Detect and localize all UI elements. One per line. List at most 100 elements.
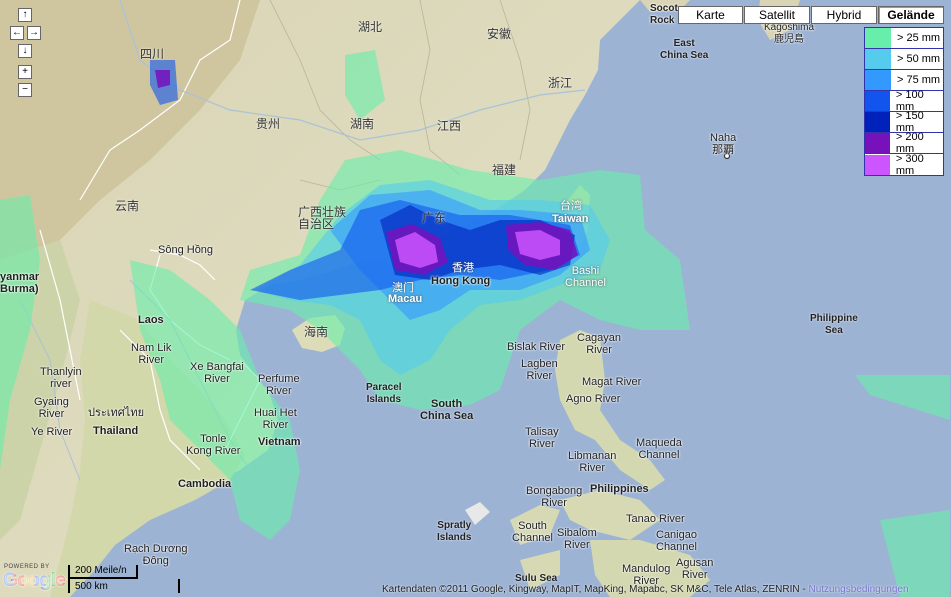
label-zhejiang: 浙江 (548, 76, 573, 90)
label-guangdong: 广东 (422, 211, 447, 225)
legend-row: > 75 mm (865, 70, 943, 91)
label-bongabong: Bongabong River (526, 485, 583, 509)
label-magat: Magat River (582, 376, 642, 388)
rainfall-overlay (0, 50, 950, 597)
label-naha: Naha 那覇 (710, 132, 737, 156)
map-type-karte-button[interactable]: Karte (678, 6, 743, 24)
label-ye-river: Ye River (31, 426, 73, 438)
label-anhui: 安徽 (487, 27, 512, 41)
legend-label: > 50 mm (897, 53, 941, 65)
label-cambodia: Cambodia (178, 478, 232, 490)
label-rach-duong: Rạch Dương Đông (124, 543, 188, 567)
label-philippines: Philippines (590, 483, 649, 495)
label-vietnam: Vietnam (258, 436, 301, 448)
terms-link[interactable]: Nutzungsbedingungen (808, 584, 908, 595)
legend-label: > 200 mm (895, 131, 924, 155)
label-thai: ประเทศไทย (88, 407, 145, 419)
label-myanmar: yanmar Burma) (0, 271, 40, 295)
label-nam-lik: Nam Lik River (131, 342, 172, 366)
label-talisay: Talisay River (525, 426, 559, 450)
label-thanlyin: Thanlyin river (40, 366, 82, 390)
label-hongkong-cn: 香港 (452, 262, 474, 274)
label-agno: Agno River (566, 393, 621, 405)
legend-swatch (865, 112, 890, 132)
label-east-china-sea: East China Sea (660, 38, 709, 61)
label-socotra: Socot Rock (650, 3, 678, 26)
label-sichuan: 四川 (140, 47, 165, 61)
zoom-in-button[interactable]: + (18, 65, 32, 79)
label-jiangxi: 江西 (437, 119, 462, 133)
scale-bar: 200 Meile/n 500 km (68, 565, 180, 595)
label-south-channel: South Channel (512, 520, 553, 544)
map-type-satellit-button[interactable]: Satellit (744, 6, 810, 24)
label-canigao: Canigao Channel (656, 529, 697, 553)
label-libmanan: Libmanan River (568, 450, 617, 474)
legend-swatch (865, 70, 891, 90)
label-perfume: Perfume River (258, 373, 300, 397)
label-bislak: Bislak River (507, 341, 566, 353)
zoom-out-button[interactable]: − (18, 83, 32, 97)
legend-swatch (865, 133, 890, 153)
rainfall-legend: > 25 mm > 50 mm > 75 mm > 100 mm > 150 m… (864, 27, 944, 177)
legend-row: > 150 mm (865, 110, 943, 134)
label-laos: Laos (138, 314, 164, 326)
legend-row: > 200 mm (865, 131, 943, 155)
label-maqueda: Maqueda Channel (636, 437, 682, 461)
legend-label: > 25 mm (897, 32, 941, 44)
label-guangxi: 广西壮族 自治区 (298, 205, 347, 231)
label-hunan: 湖南 (350, 117, 375, 131)
label-gyaing: Gyaing River (34, 396, 69, 420)
pan-left-button[interactable]: ← (10, 26, 24, 40)
pan-down-button[interactable]: ↓ (18, 44, 32, 58)
label-yunnan: 云南 (115, 199, 140, 213)
label-south-china-sea: South China Sea (420, 398, 474, 422)
google-logo-text: Google (3, 570, 66, 591)
label-sibalom: Sibalom River (557, 527, 597, 551)
label-taiwan: Taiwan (552, 213, 589, 225)
scale-miles: 200 Meile/n (68, 565, 138, 579)
label-guizhou: 贵州 (256, 117, 281, 131)
label-spratly: Spratly Islands (437, 520, 472, 543)
label-bashi: Bashi Channel (565, 265, 606, 289)
label-hubei: 湖北 (358, 20, 383, 34)
legend-row: > 300 mm (865, 152, 943, 177)
map-type-gelande-button[interactable]: Gelände (878, 6, 944, 24)
pan-up-button[interactable]: ↑ (18, 8, 32, 22)
legend-swatch (865, 91, 890, 111)
label-paracel: Paracel Islands (366, 382, 402, 405)
label-xe-bangfai: Xe Bangfai River (190, 361, 244, 385)
label-huai-het: Huai Het River (254, 407, 297, 431)
legend-label: > 75 mm (897, 74, 941, 86)
label-fujian: 福建 (492, 163, 517, 177)
label-kagoshima: Kagoshima 鹿児島 (764, 22, 815, 45)
label-hongkong: Hong Kong (431, 275, 491, 287)
legend-label: > 300 mm (895, 152, 924, 177)
label-thailand: Thailand (93, 425, 139, 437)
label-lagben: Lagben River (521, 358, 558, 382)
scale-km: 500 km (68, 579, 180, 593)
pan-right-button[interactable]: → (27, 26, 41, 40)
terrain-map[interactable]: 四川 湖北 安徽 浙江 贵州 湖南 江西 福建 云南 广西壮族 自治区 广东 台… (0, 0, 951, 597)
label-tanao: Tanao River (626, 513, 685, 525)
legend-row: > 100 mm (865, 89, 943, 113)
rainfall-cell (855, 375, 950, 420)
google-logo[interactable]: Google (3, 570, 66, 592)
rainfall-cell (345, 50, 385, 120)
legend-swatch (865, 154, 890, 175)
copyright-text: Kartendaten ©2011 Google, Kingway, MapIT… (382, 584, 909, 595)
label-macau: Macau (388, 293, 423, 305)
label-hainan: 海南 (304, 325, 329, 339)
legend-swatch (865, 49, 891, 69)
legend-row: > 50 mm (865, 49, 943, 70)
map-type-hybrid-button[interactable]: Hybrid (811, 6, 877, 24)
label-tonle: Tonle Kong River (186, 433, 241, 457)
map-type-control: Karte Satellit Hybrid Gelände (678, 6, 944, 24)
label-taiwan-cn: 台湾 (560, 200, 582, 212)
legend-swatch (865, 28, 891, 48)
legend-row: > 25 mm (865, 28, 943, 49)
copyright-body: Kartendaten ©2011 Google, Kingway, MapIT… (382, 584, 809, 595)
label-agusan: Agusan River (676, 557, 714, 581)
label-philippine-sea: Philippine Sea (810, 313, 858, 336)
label-song-hong: Sông Hồng (158, 244, 214, 256)
label-cagayan: Cagayan River (577, 332, 622, 356)
